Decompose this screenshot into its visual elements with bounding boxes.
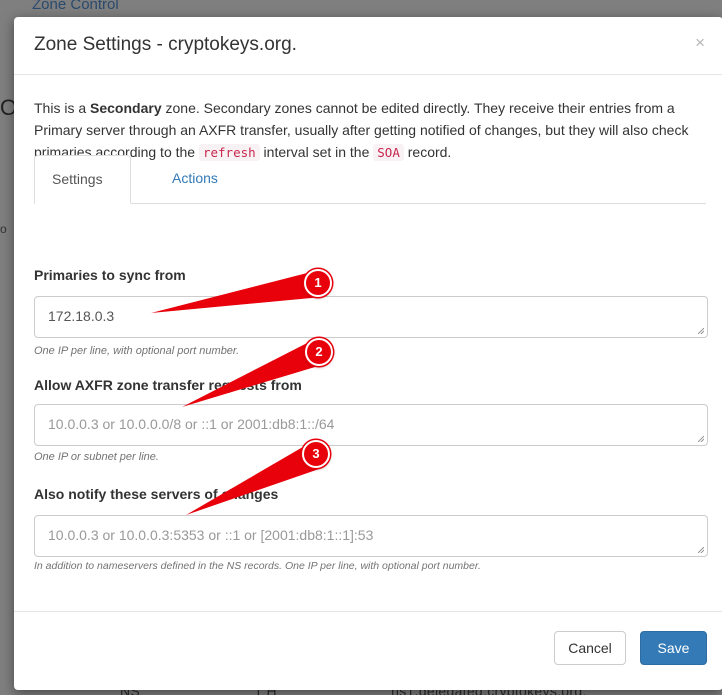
zone-settings-modal: Zone Settings - cryptokeys.org. × This i… [14, 17, 722, 690]
primaries-label: Primaries to sync from [34, 267, 186, 283]
tab-settings[interactable]: Settings [34, 155, 131, 204]
modal-footer: Cancel Save [14, 611, 722, 690]
notify-help: In addition to nameservers defined in th… [34, 560, 481, 572]
intro-text-part: This is a [34, 100, 91, 116]
modal-body: This is a Secondary zone. Secondary zone… [14, 75, 722, 164]
save-button[interactable]: Save [640, 631, 707, 665]
axfr-label: Allow AXFR zone transfer requests from [34, 377, 302, 393]
resize-grip-icon[interactable] [698, 547, 704, 553]
intro-zone-type: Secondary [90, 100, 162, 116]
notify-textarea[interactable]: 10.0.0.3 or 10.0.0.3:5353 or ::1 or [200… [34, 515, 708, 557]
annotation-badge-3: 3 [302, 440, 330, 468]
primaries-help: One IP per line, with optional port numb… [34, 345, 240, 357]
background-zone-control-link: Zone Control [32, 0, 119, 13]
notify-placeholder: 10.0.0.3 or 10.0.0.3:5353 or ::1 or [200… [48, 527, 374, 543]
close-icon[interactable]: × [695, 33, 705, 53]
axfr-help: One IP or subnet per line. [34, 451, 159, 463]
resize-grip-icon[interactable] [698, 328, 704, 334]
intro-text: This is a Secondary zone. Secondary zone… [34, 97, 706, 164]
cancel-button[interactable]: Cancel [554, 631, 626, 665]
settings-tabs: Settings Actions [34, 155, 706, 204]
primaries-textarea[interactable]: 172.18.0.3 [34, 296, 708, 338]
modal-title: Zone Settings - cryptokeys.org. [34, 34, 297, 55]
modal-header: Zone Settings - cryptokeys.org. × [14, 17, 722, 75]
notify-label: Also notify these servers of changes [34, 486, 279, 502]
axfr-placeholder: 10.0.0.3 or 10.0.0.0/8 or ::1 or 2001:db… [48, 416, 335, 432]
primaries-value: 172.18.0.3 [48, 308, 115, 324]
resize-grip-icon[interactable] [698, 436, 704, 442]
axfr-textarea[interactable]: 10.0.0.3 or 10.0.0.0/8 or ::1 or 2001:db… [34, 404, 708, 446]
tab-actions[interactable]: Actions [155, 155, 235, 204]
background-text-fragment: o [0, 222, 7, 236]
annotation-badge-1: 1 [304, 269, 332, 297]
annotation-badge-2: 2 [305, 338, 333, 366]
